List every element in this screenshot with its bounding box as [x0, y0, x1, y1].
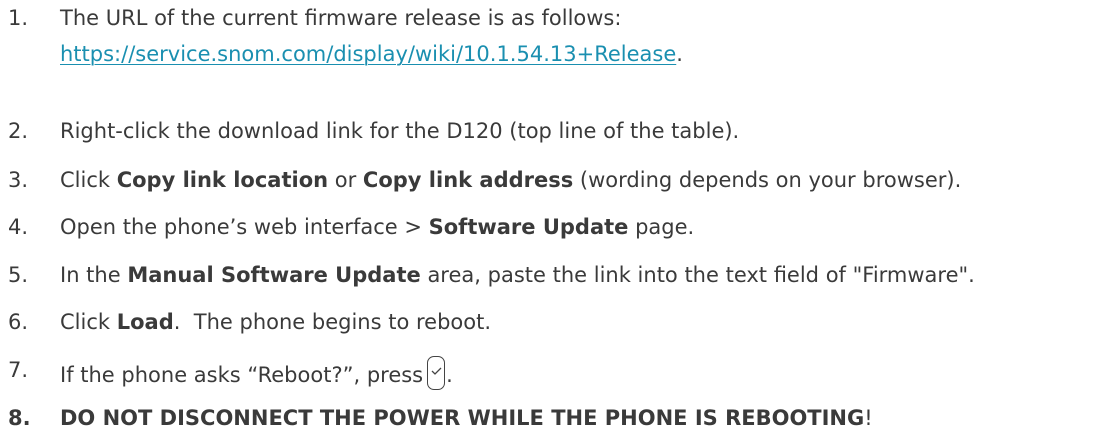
step-number: 6.	[8, 310, 29, 334]
step-text-part: Click	[60, 168, 117, 192]
step-number: 5.	[8, 263, 29, 287]
step-text: Open the phone’s web interface > Softwar…	[60, 213, 694, 241]
step-text-part: !	[864, 406, 873, 430]
step-number: 1.	[8, 6, 29, 30]
step-number: 8.	[8, 406, 31, 430]
load-label: Load	[116, 310, 174, 334]
step-number: 3.	[8, 168, 29, 192]
step-text-part: Click	[60, 310, 117, 334]
step-text: Right-click the download link for the D1…	[60, 119, 740, 143]
step-text-part: area, paste the link into the text field…	[420, 263, 975, 287]
step-text-part: or	[328, 168, 363, 192]
step-text: Click Copy link location or Copy link ad…	[60, 166, 961, 194]
step-text: Click Load. The phone begins to reboot.	[60, 308, 491, 336]
copy-link-location-label: Copy link location	[116, 168, 329, 192]
step-text: In the Manual Software Update area, past…	[60, 261, 975, 289]
step-text-part: If the phone asks “Reboot?”, press	[60, 363, 424, 387]
manual-software-update-label: Manual Software Update	[127, 263, 421, 287]
step-text-part: page.	[628, 215, 695, 239]
firmware-release-link[interactable]: https://service.snom.com/display/wiki/10…	[60, 42, 676, 66]
step-1-link-line: https://service.snom.com/display/wiki/10…	[60, 40, 683, 68]
step-number: 7.	[8, 358, 29, 382]
step-1-intro: The URL of the current firmware release …	[60, 6, 622, 30]
step-text-part: (wording depends on your browser).	[573, 168, 962, 192]
step-text: If the phone asks “Reboot?”, press.	[60, 356, 453, 390]
step-text: The URL of the current firmware release …	[60, 4, 1100, 68]
ok-key-icon	[427, 356, 446, 390]
step-text-part: In the	[60, 263, 128, 287]
step-number: 4.	[8, 215, 29, 239]
step-1-period: .	[676, 42, 683, 66]
step-text-part: . The phone begins to reboot.	[173, 310, 492, 334]
step-text: DO NOT DISCONNECT THE POWER WHILE THE PH…	[60, 404, 873, 432]
step-1: 1. The URL of the current firmware relea…	[0, 4, 1109, 68]
step-text-part: Open the phone’s web interface >	[60, 215, 429, 239]
copy-link-address-label: Copy link address	[362, 168, 574, 192]
warning-text: DO NOT DISCONNECT THE POWER WHILE THE PH…	[60, 406, 865, 430]
software-update-label: Software Update	[428, 215, 629, 239]
step-number: 2.	[8, 119, 29, 143]
step-text-part: .	[446, 363, 453, 387]
